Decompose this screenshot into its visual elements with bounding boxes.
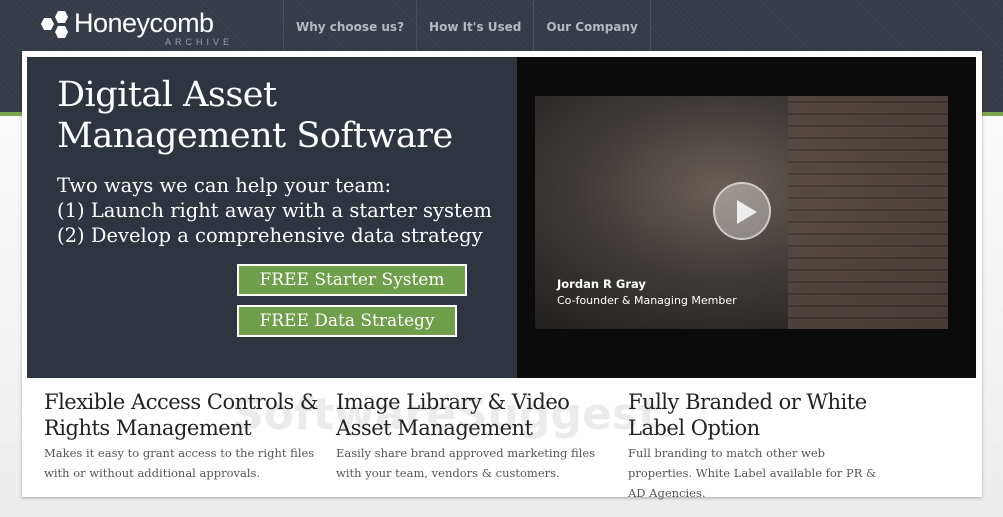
feature-title: Fully Branded or White Label Option bbox=[628, 390, 867, 440]
subtitle-line: (1) Launch right away with a starter sys… bbox=[57, 199, 492, 222]
nav-our-company[interactable]: Our Company bbox=[533, 0, 651, 52]
feature-title: Image Library & Video Asset Management bbox=[336, 390, 570, 440]
feature-access-controls: Flexible Access Controls & Rights Manage… bbox=[44, 389, 324, 483]
page-title: Digital Asset Management Software bbox=[57, 75, 453, 157]
nav-why-choose-us[interactable]: Why choose us? bbox=[283, 0, 416, 52]
feature-branding: Fully Branded or White Label Option Full… bbox=[628, 389, 888, 503]
subtitle-line: Two ways we can help your team: bbox=[57, 174, 392, 197]
content-card: Digital Asset Management Software Two way… bbox=[22, 51, 982, 500]
feature-image-library: Image Library & Video Asset Management E… bbox=[336, 389, 616, 483]
hero-panel: Digital Asset Management Software Two way… bbox=[27, 57, 517, 378]
honeycomb-logo-icon bbox=[41, 11, 68, 38]
subtitle-line: (2) Develop a comprehensive data strateg… bbox=[57, 224, 483, 247]
logo-text: Honeycomb bbox=[74, 8, 214, 38]
free-data-strategy-button[interactable]: FREE Data Strategy bbox=[237, 305, 457, 337]
feature-title: Flexible Access Controls & Rights Manage… bbox=[44, 390, 319, 440]
logo-subtitle: ARCHIVE bbox=[165, 37, 234, 47]
video-player[interactable]: Jordan R Gray Co-founder & Managing Memb… bbox=[535, 96, 948, 329]
title-line-1: Digital Asset bbox=[57, 75, 277, 115]
feature-description: Easily share brand approved marketing fi… bbox=[336, 446, 596, 480]
play-icon[interactable] bbox=[713, 182, 771, 240]
feature-description: Full branding to match other web propert… bbox=[628, 446, 877, 500]
free-starter-system-button[interactable]: FREE Starter System bbox=[237, 264, 467, 296]
video-person-role: Co-founder & Managing Member bbox=[557, 294, 737, 307]
hero-subtitle: Two ways we can help your team: (1) Laun… bbox=[57, 173, 492, 248]
logo[interactable]: Honeycomb ARCHIVE bbox=[38, 8, 229, 47]
video-person-name: Jordan R Gray bbox=[557, 277, 646, 291]
video-panel: Jordan R Gray Co-founder & Managing Memb… bbox=[517, 57, 976, 378]
title-line-2: Management Software bbox=[57, 116, 453, 156]
feature-description: Makes it easy to grant access to the rig… bbox=[44, 446, 315, 480]
nav-how-its-used[interactable]: How It's Used bbox=[416, 0, 533, 52]
main-nav: Why choose us? How It's Used Our Company bbox=[283, 0, 651, 52]
video-thumbnail-background bbox=[788, 96, 948, 329]
